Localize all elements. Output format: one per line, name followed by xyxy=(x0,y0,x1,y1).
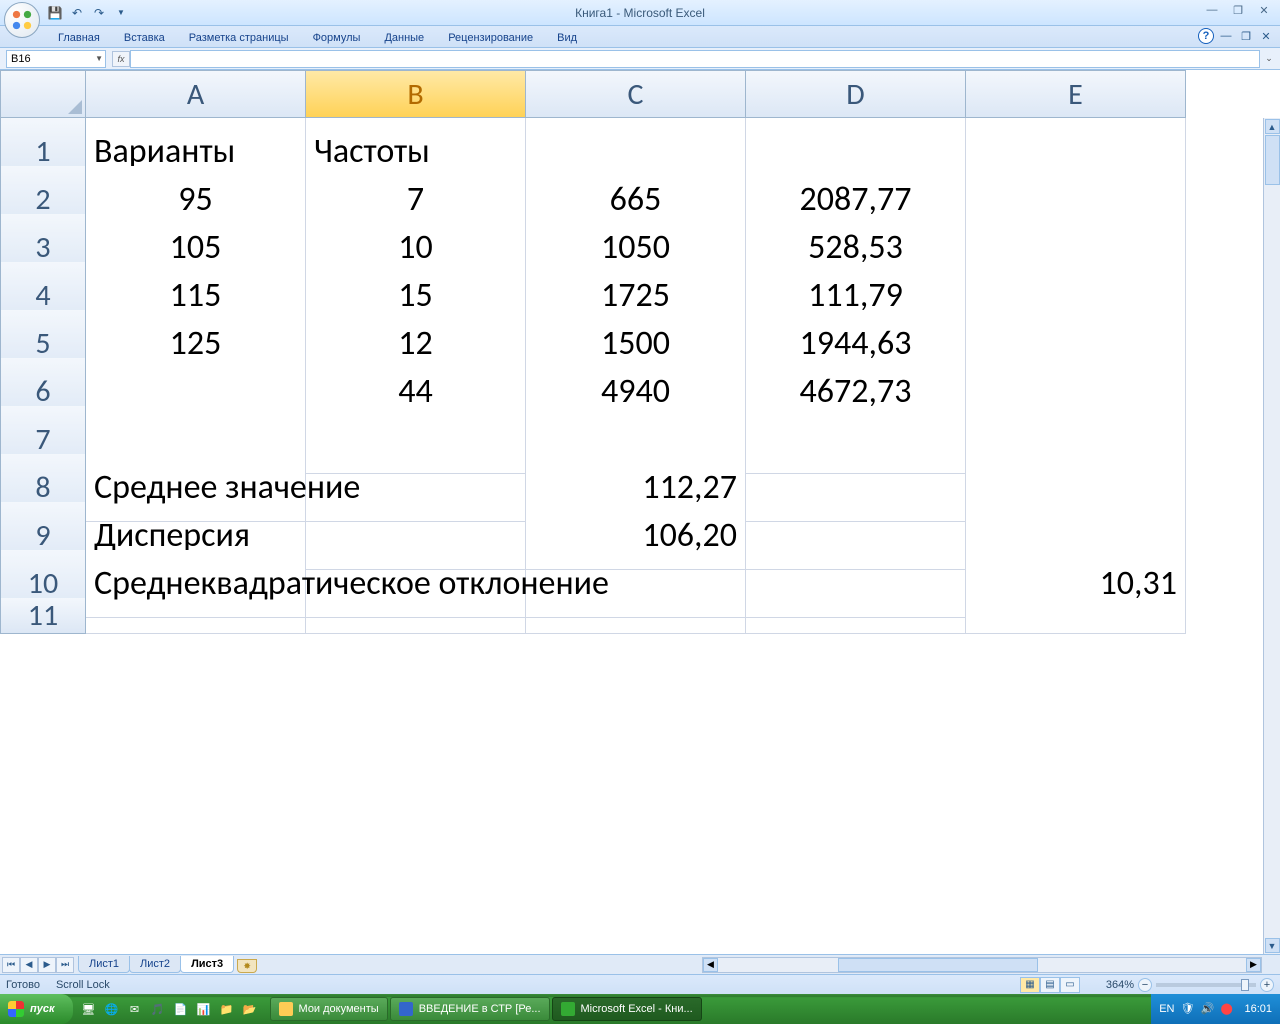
tab-review[interactable]: Рецензирование xyxy=(436,29,545,47)
start-label: пуск xyxy=(30,1003,55,1015)
ql-icon[interactable]: ✉ xyxy=(125,998,145,1020)
column-header-E[interactable]: E xyxy=(966,70,1186,118)
cell-E11[interactable] xyxy=(966,598,1186,634)
tray-icon[interactable]: 🛡 xyxy=(1180,1002,1194,1016)
lang-indicator[interactable]: EN xyxy=(1159,1003,1174,1015)
task-label: ВВЕДЕНИЕ в СТР [Ре... xyxy=(419,1003,541,1015)
sheet-tab-1[interactable]: Лист1 xyxy=(78,956,130,973)
scroll-thumb[interactable] xyxy=(1265,135,1280,185)
scroll-up-icon[interactable]: ▲ xyxy=(1265,119,1280,134)
select-all-corner[interactable] xyxy=(0,70,86,118)
sheet-nav-last-icon[interactable]: ⏭ xyxy=(56,957,74,973)
column-header-D[interactable]: D xyxy=(746,70,966,118)
tab-formulas[interactable]: Формулы xyxy=(301,29,373,47)
ql-icon[interactable]: 📁 xyxy=(217,998,237,1020)
name-box[interactable]: B16 ▼ xyxy=(6,50,106,68)
task-button-documents[interactable]: Мои документы xyxy=(270,997,388,1021)
column-header-A[interactable]: A xyxy=(86,70,306,118)
tray-icon[interactable]: 🔊 xyxy=(1200,1002,1214,1016)
qat-dropdown-icon[interactable]: ▼ xyxy=(112,4,130,22)
scroll-left-icon[interactable]: ◀ xyxy=(703,958,718,972)
name-box-value: B16 xyxy=(11,53,31,65)
doc-restore-icon[interactable]: ❐ xyxy=(1238,28,1254,44)
title-bar: 💾 ↶ ↷ ▼ Книга1 - Microsoft Excel — ❐ ✕ xyxy=(0,0,1280,26)
redo-icon[interactable]: ↷ xyxy=(90,4,108,22)
sheet-nav-prev-icon[interactable]: ◀ xyxy=(20,957,38,973)
ql-icon[interactable]: 🌐 xyxy=(102,998,122,1020)
status-scroll-lock: Scroll Lock xyxy=(56,979,110,991)
hscroll-thumb[interactable] xyxy=(838,958,1038,972)
quick-access-toolbar: 💾 ↶ ↷ ▼ xyxy=(46,4,130,22)
scroll-down-icon[interactable]: ▼ xyxy=(1265,938,1280,953)
worksheet-area: ABCDE1ВариантыЧастоты29576652087,7731051… xyxy=(0,70,1280,954)
column-header-C[interactable]: C xyxy=(526,70,746,118)
chevron-down-icon[interactable]: ▼ xyxy=(95,54,103,63)
cell-D10[interactable] xyxy=(746,550,966,618)
zoom-slider-knob[interactable] xyxy=(1241,979,1249,991)
task-label: Microsoft Excel - Кни... xyxy=(581,1003,693,1015)
windows-logo-icon xyxy=(8,1001,24,1017)
undo-icon[interactable]: ↶ xyxy=(68,4,86,22)
row-header-11[interactable]: 11 xyxy=(0,598,86,634)
tab-view[interactable]: Вид xyxy=(545,29,589,47)
doc-minimize-icon[interactable]: — xyxy=(1218,28,1234,44)
scroll-right-icon[interactable]: ▶ xyxy=(1246,958,1261,972)
zoom-level[interactable]: 364% xyxy=(1106,979,1134,991)
ribbon: Главная Вставка Разметка страницы Формул… xyxy=(0,26,1280,48)
tab-page-layout[interactable]: Разметка страницы xyxy=(177,29,301,47)
start-button[interactable]: пуск xyxy=(0,994,73,1024)
task-label: Мои документы xyxy=(299,1003,379,1015)
ql-icon[interactable]: 🖥 xyxy=(79,998,99,1020)
status-bar: Готово Scroll Lock ▦ ▤ ▭ 364% − + xyxy=(0,974,1280,994)
doc-close-icon[interactable]: ✕ xyxy=(1258,28,1274,44)
view-page-layout-icon[interactable]: ▤ xyxy=(1040,977,1060,993)
sheet-nav-next-icon[interactable]: ▶ xyxy=(38,957,56,973)
system-tray: EN 🛡 🔊 ⬤ 16:01 xyxy=(1151,994,1280,1024)
restore-button[interactable]: ❐ xyxy=(1226,2,1250,18)
tab-insert[interactable]: Вставка xyxy=(112,29,177,47)
tab-data[interactable]: Данные xyxy=(372,29,436,47)
ql-icon[interactable]: 📂 xyxy=(240,998,260,1020)
sheet-tab-2[interactable]: Лист2 xyxy=(129,956,181,973)
new-sheet-button[interactable]: ✸ xyxy=(237,959,257,973)
help-icon[interactable]: ? xyxy=(1198,28,1214,44)
view-page-break-icon[interactable]: ▭ xyxy=(1060,977,1080,993)
formula-input[interactable] xyxy=(130,50,1260,68)
office-button[interactable] xyxy=(4,2,40,38)
task-button-excel[interactable]: Microsoft Excel - Кни... xyxy=(552,997,702,1021)
close-button[interactable]: ✕ xyxy=(1252,2,1276,18)
clock[interactable]: 16:01 xyxy=(1244,1003,1272,1015)
zoom-in-button[interactable]: + xyxy=(1260,978,1274,992)
tray-icon[interactable]: ⬤ xyxy=(1220,1002,1234,1016)
save-icon[interactable]: 💾 xyxy=(46,4,64,22)
sheet-tab-bar: ⏮ ◀ ▶ ⏭ Лист1 Лист2 Лист3 ✸ ◀ ▶ xyxy=(0,954,1280,974)
horizontal-scrollbar[interactable]: ◀ ▶ xyxy=(702,957,1262,973)
status-ready: Готово xyxy=(6,979,40,991)
view-normal-icon[interactable]: ▦ xyxy=(1020,977,1040,993)
tab-home[interactable]: Главная xyxy=(46,29,112,47)
cell-A8[interactable]: Среднее значение xyxy=(86,454,306,522)
vertical-scrollbar[interactable]: ▲ ▼ xyxy=(1263,118,1280,954)
window-title: Книга1 - Microsoft Excel xyxy=(575,6,705,20)
column-header-B[interactable]: B xyxy=(306,70,526,118)
minimize-button[interactable]: — xyxy=(1200,2,1224,18)
ql-icon[interactable]: 📄 xyxy=(171,998,191,1020)
task-button-word[interactable]: ВВЕДЕНИЕ в СТР [Ре... xyxy=(390,997,550,1021)
fx-button[interactable]: fx xyxy=(112,51,130,67)
zoom-out-button[interactable]: − xyxy=(1138,978,1152,992)
ql-icon[interactable]: 📊 xyxy=(194,998,214,1020)
sheet-tab-3[interactable]: Лист3 xyxy=(180,956,234,973)
formula-bar: B16 ▼ fx ⌄ xyxy=(0,48,1280,70)
cell-A10[interactable]: Среднеквадратическое отклонение xyxy=(86,550,306,618)
expand-formula-bar-icon[interactable]: ⌄ xyxy=(1262,52,1276,66)
windows-taskbar: пуск 🖥 🌐 ✉ 🎵 📄 📊 📁 📂 Мои документы ВВЕДЕ… xyxy=(0,994,1280,1024)
ql-icon[interactable]: 🎵 xyxy=(148,998,168,1020)
cell-D8[interactable] xyxy=(746,454,966,522)
quick-launch: 🖥 🌐 ✉ 🎵 📄 📊 📁 📂 xyxy=(79,998,260,1020)
sheet-nav-first-icon[interactable]: ⏮ xyxy=(2,957,20,973)
zoom-slider[interactable] xyxy=(1156,983,1256,987)
